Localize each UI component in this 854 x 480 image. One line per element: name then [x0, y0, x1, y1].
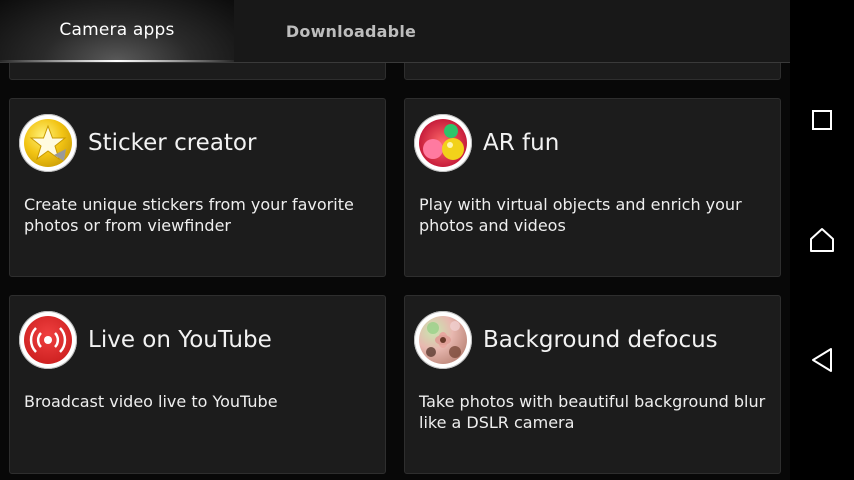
card-title: Background defocus [483, 327, 718, 353]
back-button[interactable] [802, 340, 842, 380]
back-icon [812, 348, 832, 372]
card-description: Create unique stickers from your favorit… [24, 195, 354, 235]
tab-camera-apps[interactable]: Camera apps [0, 0, 234, 62]
broadcast-waves-icon [29, 327, 67, 353]
card-title: Live on YouTube [88, 327, 272, 353]
balloons-icon [423, 124, 464, 160]
card-title: AR fun [483, 130, 560, 156]
tab-label: Camera apps [59, 20, 175, 40]
home-icon [810, 228, 834, 252]
sticker-creator-icon [19, 114, 77, 172]
card-description: Take photos with beautiful background bl… [419, 392, 766, 432]
tab-label: Downloadable [285, 21, 417, 41]
recents-icon [812, 110, 832, 130]
home-button[interactable] [802, 220, 842, 260]
card-background-defocus[interactable]: Background defocus Take photos with beau… [404, 295, 781, 474]
card-description: Play with virtual objects and enrich you… [419, 195, 742, 235]
camera-apps-screen: Sticker creator Create unique stickers f… [0, 0, 790, 480]
star-icon [29, 124, 67, 161]
card-description: Broadcast video live to YouTube [24, 392, 278, 411]
screen: Sticker creator Create unique stickers f… [0, 0, 854, 480]
system-navigation-bar [790, 0, 854, 480]
card-live-on-youtube[interactable]: Live on YouTube Broadcast video live to … [9, 295, 386, 474]
background-defocus-icon [414, 311, 472, 369]
card-sticker-creator[interactable]: Sticker creator Create unique stickers f… [9, 98, 386, 277]
card-ar-fun[interactable]: AR fun Play with virtual objects and enr… [404, 98, 781, 277]
live-broadcast-icon [19, 311, 77, 369]
ar-fun-icon [414, 114, 472, 172]
card-title: Sticker creator [88, 130, 257, 156]
recents-button[interactable] [802, 100, 842, 140]
tab-active-indicator [0, 60, 234, 62]
tab-bar: Camera apps Downloadable [0, 0, 790, 63]
flower-icon [426, 321, 461, 358]
tab-downloadable[interactable]: Downloadable [234, 0, 468, 62]
